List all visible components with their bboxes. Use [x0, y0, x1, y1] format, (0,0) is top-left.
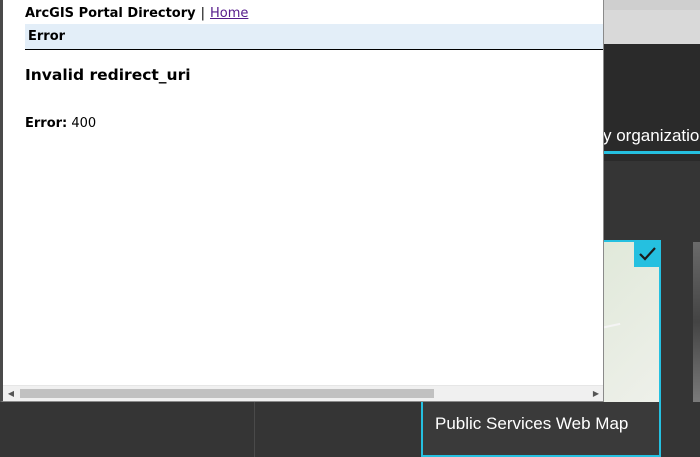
scroll-right-arrow-icon[interactable]: ▶: [588, 386, 603, 401]
header-separator: |: [200, 5, 206, 21]
map-card-title[interactable]: Public Services Web Map: [435, 414, 628, 434]
error-code-label: Error:: [25, 116, 68, 131]
error-code-value: 400: [71, 116, 97, 131]
app-top-bar: [603, 0, 700, 10]
error-section-title: Error: [28, 29, 66, 44]
scroll-left-arrow-icon[interactable]: ◀: [3, 386, 19, 401]
scrollbar-thumb[interactable]: [20, 389, 434, 398]
screen: y organization Public Services Web Map A…: [0, 0, 700, 457]
popup-content: ArcGIS Portal Directory | Home Error Inv…: [3, 0, 603, 385]
card-divider: [254, 402, 255, 457]
next-card-thumbnail[interactable]: [693, 242, 700, 402]
portal-directory-title: ArcGIS Portal Directory: [25, 5, 196, 21]
horizontal-scrollbar[interactable]: ◀ ▶: [3, 385, 603, 401]
selected-checkmark-icon[interactable]: [634, 240, 661, 267]
error-section-header: Error: [25, 24, 603, 50]
error-code-line: Error: 400: [25, 116, 96, 131]
tab-my-organization[interactable]: y organization: [603, 126, 700, 146]
home-link[interactable]: Home: [210, 6, 248, 21]
active-tab-indicator: [603, 151, 700, 154]
app-toolbar-band: [603, 10, 700, 44]
error-message-heading: Invalid redirect_uri: [25, 66, 191, 84]
portal-header: ArcGIS Portal Directory | Home: [25, 3, 248, 23]
error-popup-window: ArcGIS Portal Directory | Home Error Inv…: [0, 0, 604, 402]
